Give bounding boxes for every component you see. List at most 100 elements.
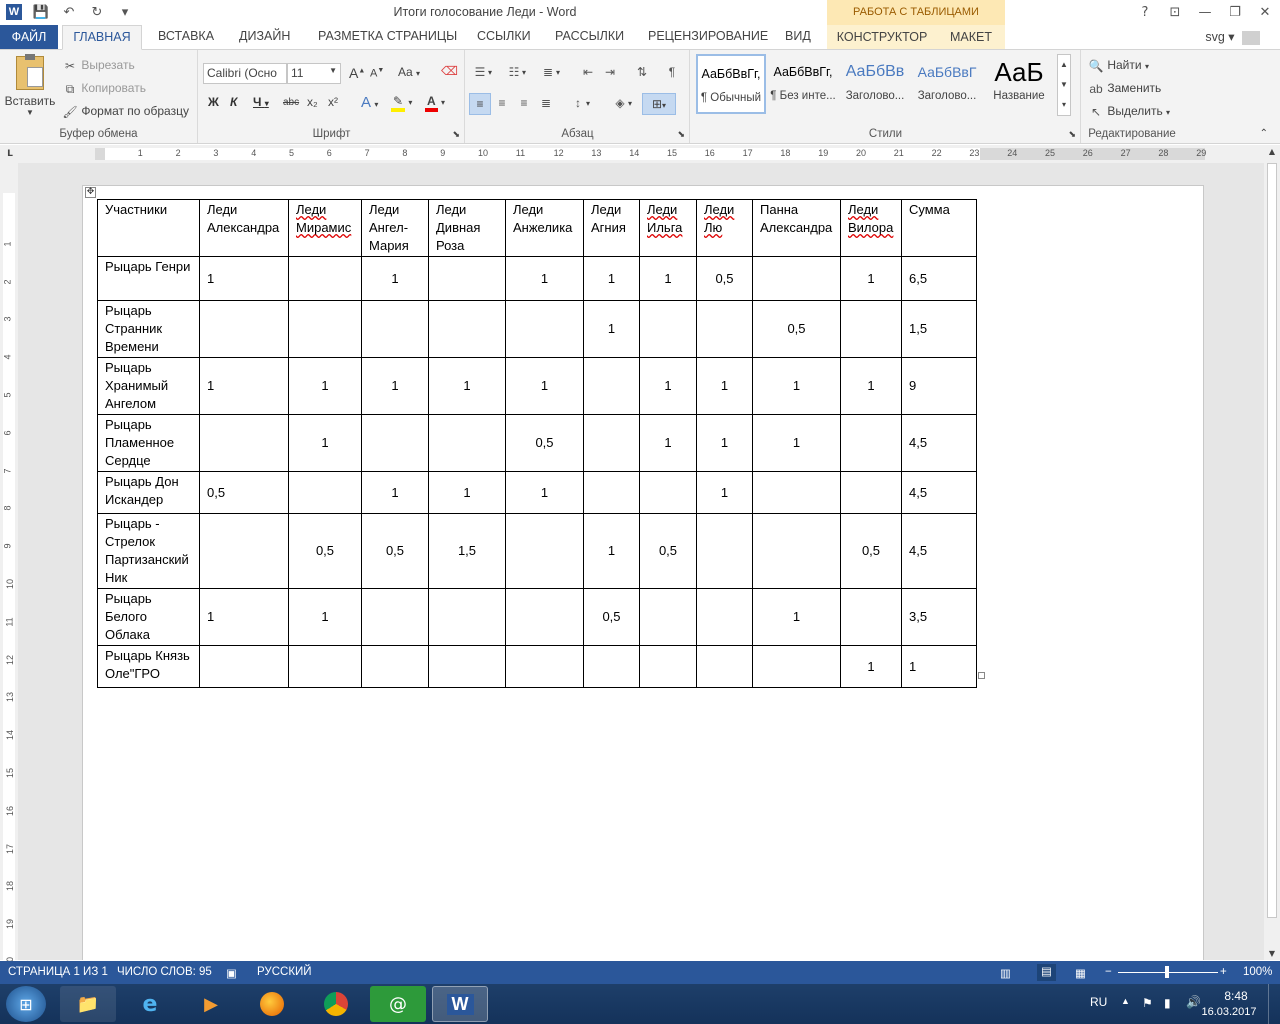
participant-name-cell[interactable]: Рыцарь Дон Искандер — [97, 471, 200, 514]
voting-table[interactable]: Участники Леди Александра Леди Мирамис Леди… — [97, 199, 977, 688]
show-desktop-button[interactable] — [1268, 984, 1280, 1024]
vote-cell[interactable] — [428, 588, 506, 646]
vote-cell[interactable] — [428, 300, 506, 358]
vote-cell[interactable] — [583, 645, 640, 688]
vote-cell[interactable] — [639, 471, 697, 514]
tab-insert[interactable]: ВСТАВКА — [158, 29, 214, 43]
vote-cell[interactable]: 1 — [639, 414, 697, 472]
proofing-icon[interactable]: ▣ — [226, 966, 237, 980]
vote-cell[interactable] — [361, 414, 429, 472]
vote-cell[interactable] — [840, 414, 902, 472]
vote-cell[interactable] — [639, 300, 697, 358]
find-button[interactable]: 🔍 Найти ▾ — [1088, 58, 1149, 74]
replace-button[interactable]: ab Заменить — [1088, 81, 1161, 97]
styles-dialog-launcher-icon[interactable]: ⬊ — [1068, 129, 1076, 140]
sum-cell[interactable]: 6,5 — [901, 256, 977, 301]
tray-language[interactable]: RU — [1090, 995, 1107, 1009]
print-layout-icon[interactable]: ▤ — [1037, 964, 1056, 981]
vote-cell[interactable] — [752, 471, 841, 514]
vote-cell[interactable] — [639, 588, 697, 646]
vote-cell[interactable] — [505, 645, 584, 688]
zoom-out-icon[interactable]: − — [1105, 966, 1112, 978]
tab-selector[interactable]: L — [4, 148, 16, 160]
vote-cell[interactable]: 1 — [752, 588, 841, 646]
vote-cell[interactable]: 0,5 — [288, 513, 362, 589]
vote-cell[interactable] — [696, 300, 753, 358]
font-size-combo[interactable]: 11 ▼ — [287, 63, 341, 84]
table-header-cell[interactable]: Леди Ангел-Мария — [361, 199, 429, 257]
sum-cell[interactable]: 4,5 — [901, 471, 977, 514]
ie-taskbar-icon[interactable]: e — [122, 986, 178, 1022]
vote-cell[interactable] — [199, 645, 289, 688]
bold-button[interactable]: Ж — [208, 95, 219, 109]
vote-cell[interactable]: 1 — [583, 513, 640, 589]
tray-network-icon[interactable]: ▮ — [1164, 996, 1171, 1010]
vote-cell[interactable] — [199, 513, 289, 589]
line-spacing-button[interactable]: ↕ ▾ — [570, 95, 590, 111]
language-indicator[interactable]: РУССКИЙ — [257, 966, 312, 978]
firefox-taskbar-icon[interactable] — [244, 986, 300, 1022]
vote-cell[interactable]: 1,5 — [428, 513, 506, 589]
shrink-font-button[interactable]: A▼ — [370, 67, 384, 80]
table-header-cell[interactable]: Леди Александра — [199, 199, 289, 257]
sum-cell[interactable]: 4,5 — [901, 513, 977, 589]
underline-button[interactable]: Ч ▾ — [253, 95, 269, 109]
vote-cell[interactable]: 1 — [288, 357, 362, 415]
superscript-button[interactable]: x² — [328, 95, 338, 109]
web-layout-icon[interactable]: ▦ — [1075, 966, 1086, 980]
page-indicator[interactable]: СТРАНИЦА 1 ИЗ 1 — [8, 966, 108, 978]
vote-cell[interactable]: 0,5 — [752, 300, 841, 358]
participant-name-cell[interactable]: Рыцарь Хранимый Ангелом — [97, 357, 200, 415]
vote-cell[interactable]: 1 — [361, 256, 429, 301]
numbering-button[interactable]: ☷ ▾ — [506, 64, 526, 80]
minimize-button[interactable]: — — [1190, 0, 1220, 24]
collapse-ribbon-icon[interactable]: ⌃ — [1260, 128, 1268, 139]
vote-cell[interactable] — [752, 256, 841, 301]
multilevel-list-button[interactable]: ≣ ▾ — [540, 64, 560, 80]
tray-time[interactable]: 8:48 — [1216, 989, 1256, 1003]
vote-cell[interactable] — [288, 300, 362, 358]
scroll-down-icon[interactable]: ▼ — [1264, 949, 1280, 958]
format-painter-button[interactable]: 🖌 Формат по образцу — [62, 104, 189, 120]
vote-cell[interactable] — [428, 645, 506, 688]
increase-indent-button[interactable]: ⇥ — [602, 64, 618, 80]
vote-cell[interactable] — [752, 513, 841, 589]
close-button[interactable]: ✕ — [1250, 0, 1280, 24]
vote-cell[interactable]: 1 — [639, 256, 697, 301]
vertical-ruler[interactable]: 1234567891011121314151617181920 — [0, 163, 18, 967]
tab-references[interactable]: ССЫЛКИ — [477, 29, 531, 43]
align-right-button[interactable]: ≡ — [516, 95, 532, 111]
vote-cell[interactable] — [505, 513, 584, 589]
table-move-handle[interactable]: ✥ — [85, 187, 96, 198]
paragraph-dialog-launcher-icon[interactable]: ⬊ — [677, 129, 685, 140]
participant-name-cell[interactable]: Рыцарь Князь Оле"ГРО — [97, 645, 200, 688]
word-taskbar-icon[interactable]: W — [432, 986, 488, 1022]
paste-button[interactable]: Вставить ▼ — [4, 54, 56, 122]
participant-name-cell[interactable]: Рыцарь - Стрелок Партизанский Ник — [97, 513, 200, 589]
media-player-taskbar-icon[interactable]: ▶ — [183, 986, 239, 1022]
tab-view[interactable]: ВИД — [785, 29, 811, 43]
style-heading2[interactable]: АаБбВвГ Заголово... — [912, 54, 982, 114]
vote-cell[interactable] — [505, 300, 584, 358]
vote-cell[interactable] — [583, 471, 640, 514]
vote-cell[interactable] — [288, 471, 362, 514]
vote-cell[interactable] — [288, 645, 362, 688]
word-count[interactable]: ЧИСЛО СЛОВ: 95 — [117, 966, 212, 978]
vote-cell[interactable]: 1 — [696, 414, 753, 472]
table-header-cell[interactable]: Леди Вилора — [840, 199, 902, 257]
sum-cell[interactable]: 4,5 — [901, 414, 977, 472]
sum-cell[interactable]: 9 — [901, 357, 977, 415]
vote-cell[interactable]: 1 — [428, 471, 506, 514]
bullets-button[interactable]: ☰ ▾ — [472, 64, 492, 80]
grow-font-button[interactable]: A▲ — [349, 65, 365, 81]
clear-format-button[interactable]: ⌫ — [441, 64, 458, 78]
sum-cell[interactable]: 1,5 — [901, 300, 977, 358]
vote-cell[interactable] — [696, 513, 753, 589]
shading-button[interactable]: ◈ ▾ — [612, 95, 632, 111]
participant-name-cell[interactable]: Рыцарь Странник Времени — [97, 300, 200, 358]
participant-name-cell[interactable]: Рыцарь Пламенное Сердце — [97, 414, 200, 472]
vote-cell[interactable]: 0,5 — [583, 588, 640, 646]
table-header-cell[interactable]: Леди Ильга — [639, 199, 697, 257]
font-color-button[interactable]: A ▾ — [425, 94, 445, 112]
borders-button[interactable]: ⊞▾ — [642, 93, 676, 115]
